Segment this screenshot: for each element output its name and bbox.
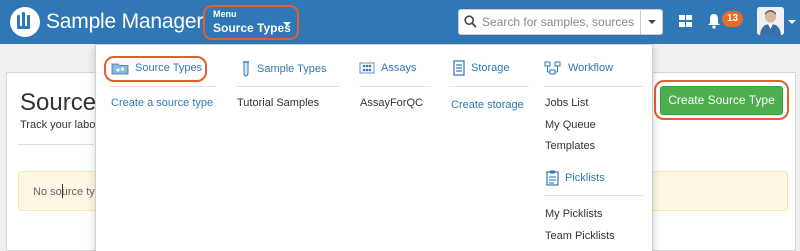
menu-header-sample-types[interactable]: Sample Types	[241, 61, 327, 77]
create-storage-link[interactable]: Create storage	[451, 99, 524, 111]
caret-down-icon	[648, 20, 656, 24]
workflow-icon	[544, 61, 561, 75]
menu-header-assays[interactable]: Assays	[359, 61, 416, 75]
grid-icon[interactable]	[679, 15, 692, 27]
search-icon	[464, 15, 477, 28]
search-box	[458, 9, 663, 35]
picklists-icon	[546, 170, 559, 186]
create-source-type-link[interactable]: Create a source type	[111, 97, 213, 109]
top-navbar: Sample Manager Menu Source Types 13	[0, 0, 800, 44]
page-title: Source	[20, 89, 97, 116]
section-divider	[544, 195, 644, 196]
notification-count-badge: 13	[722, 11, 744, 27]
section-divider	[449, 86, 529, 87]
menu-item-templates[interactable]: Templates	[545, 140, 595, 152]
menu-header-label: Picklists	[565, 172, 605, 184]
menu-header-label: Workflow	[568, 62, 614, 74]
bell-icon[interactable]	[707, 13, 721, 29]
text-cursor	[62, 184, 63, 198]
caret-down-icon	[283, 22, 291, 26]
page-subtitle: Track your labo	[20, 119, 96, 131]
search-input[interactable]	[482, 13, 634, 31]
menu-header-label: Sample Types	[257, 63, 327, 75]
menu-item-team-picklists[interactable]: Team Picklists	[545, 230, 615, 242]
app-title: Sample Manager	[46, 10, 204, 33]
menu-button[interactable]: Menu Source Types	[203, 5, 299, 40]
menu-header-label: Assays	[381, 62, 417, 74]
logo-icon	[10, 7, 40, 37]
empty-state-message: No source ty	[33, 186, 95, 198]
menu-item-tutorial-samples[interactable]: Tutorial Samples	[237, 97, 319, 109]
storage-icon	[453, 60, 465, 76]
menu-header-storage[interactable]: Storage	[453, 60, 510, 76]
section-divider	[109, 86, 216, 87]
menu-item-my-picklists[interactable]: My Picklists	[545, 208, 602, 220]
sample-types-icon	[243, 61, 249, 77]
search-scope-dropdown[interactable]	[640, 10, 662, 34]
page-divider	[18, 144, 94, 145]
menu-header-picklists[interactable]: Picklists	[546, 170, 605, 186]
menu-item-assayforqc[interactable]: AssayForQC	[360, 97, 423, 109]
menu-header-workflow[interactable]: Workflow	[544, 61, 613, 75]
highlight-ring	[104, 56, 207, 82]
section-divider	[236, 86, 340, 87]
menu-header-label: Storage	[471, 62, 510, 74]
highlight-ring	[654, 80, 789, 120]
assays-icon	[359, 62, 375, 74]
avatar[interactable]	[757, 7, 784, 35]
menu-item-my-queue[interactable]: My Queue	[545, 119, 596, 131]
menu-small-label: Menu	[213, 9, 237, 19]
section-divider	[544, 86, 644, 87]
caret-down-icon[interactable]	[788, 20, 796, 24]
section-divider	[359, 86, 431, 87]
app-logo[interactable]: Sample Manager	[10, 7, 203, 37]
menu-item-jobs-list[interactable]: Jobs List	[545, 97, 588, 109]
